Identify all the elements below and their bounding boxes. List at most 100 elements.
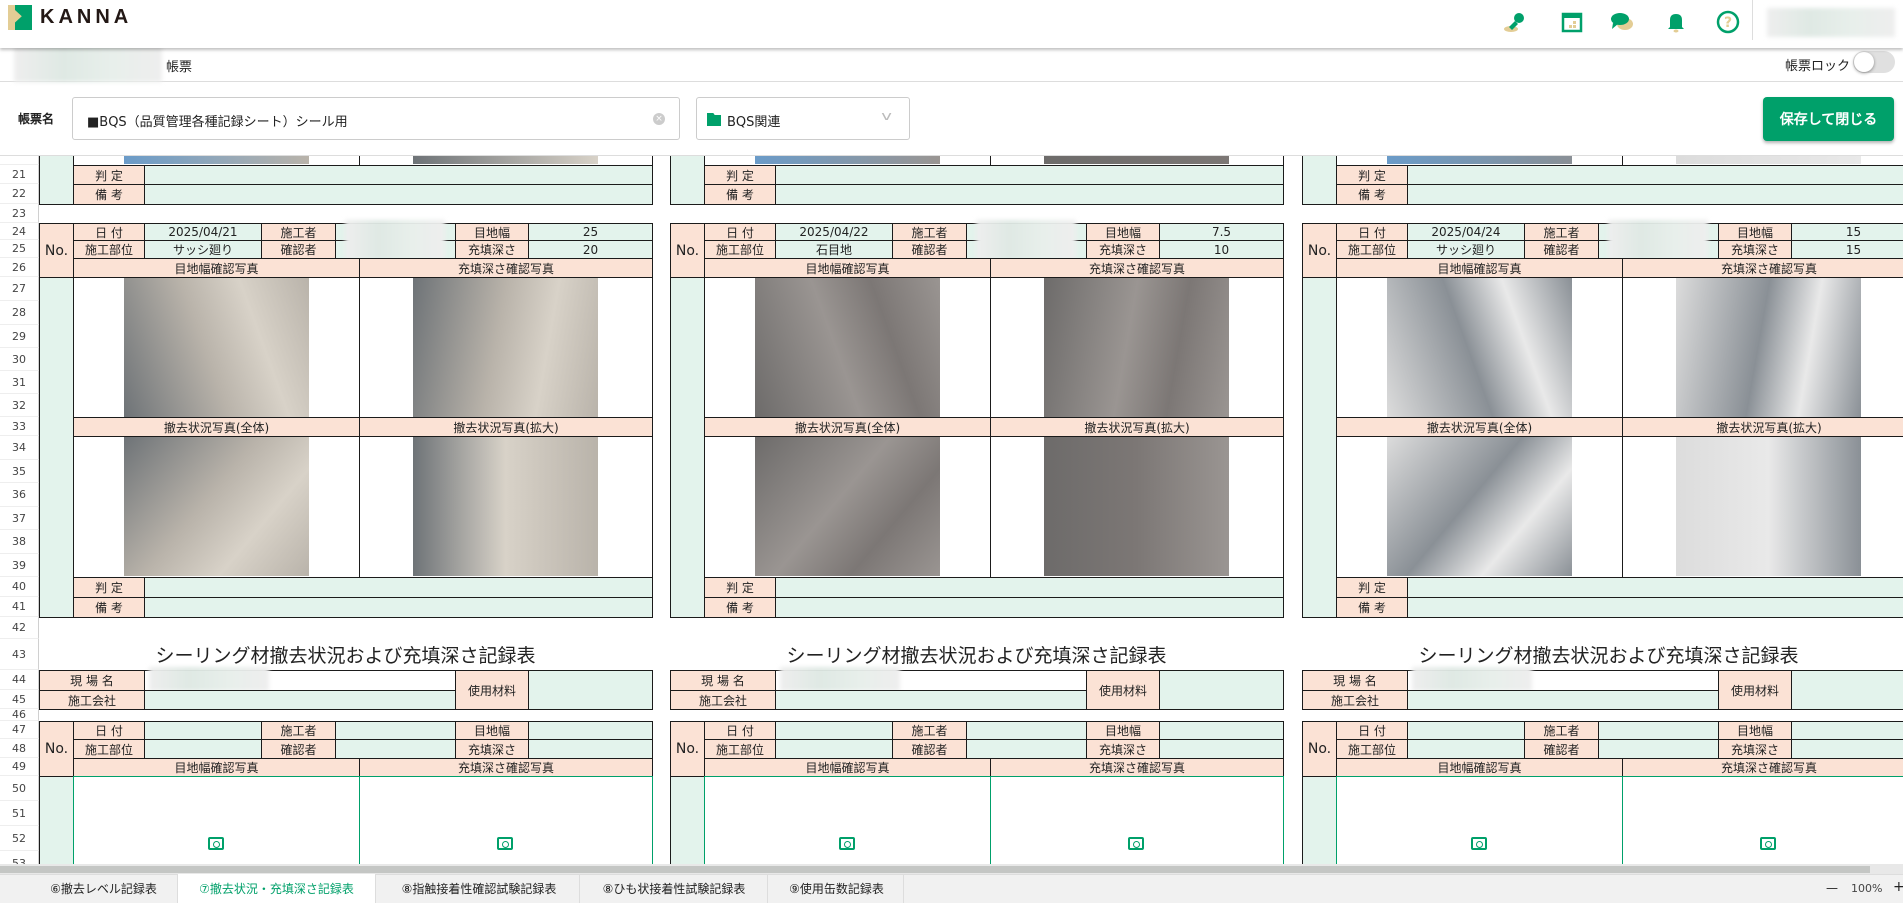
row-header[interactable]: 33	[0, 417, 39, 436]
lock-toggle[interactable]	[1853, 51, 1895, 73]
no-cell[interactable]	[670, 277, 705, 618]
row-header[interactable]: 40	[0, 577, 39, 597]
sheet-tab[interactable]: ⑥撤去レベル記録表	[30, 874, 178, 903]
user-menu[interactable]	[1767, 8, 1895, 37]
note-input[interactable]	[1407, 184, 1903, 205]
no-cell[interactable]	[39, 277, 74, 618]
row-header[interactable]: 48	[0, 739, 39, 758]
row-header[interactable]: 39	[0, 554, 39, 577]
row-header[interactable]	[0, 156, 39, 165]
field-value[interactable]: 15	[1791, 223, 1903, 241]
material-input[interactable]	[1791, 670, 1903, 710]
field-value[interactable]	[1791, 739, 1903, 759]
row-header[interactable]: 26	[0, 258, 39, 277]
field-value[interactable]: 2025/04/22	[775, 223, 893, 241]
field-value[interactable]: サッシ廻り	[144, 240, 262, 259]
field-value[interactable]	[528, 721, 653, 740]
clear-icon[interactable]: ×	[653, 113, 665, 125]
field-value[interactable]	[1598, 739, 1719, 759]
company-input[interactable]	[1407, 690, 1719, 710]
field-value[interactable]: 2025/04/24	[1407, 223, 1525, 241]
field-value[interactable]	[1791, 721, 1903, 740]
field-value[interactable]	[144, 721, 262, 740]
row-header[interactable]: 37	[0, 507, 39, 530]
row-header[interactable]: 28	[0, 301, 39, 325]
help-icon[interactable]: ?	[1714, 8, 1742, 36]
field-value[interactable]	[775, 721, 893, 740]
camera-icon[interactable]	[208, 837, 224, 850]
row-header[interactable]: 25	[0, 240, 39, 258]
row-header[interactable]: 34	[0, 436, 39, 460]
note-input[interactable]	[1407, 597, 1903, 618]
photo-upload-cell[interactable]	[359, 776, 653, 864]
field-value[interactable]	[335, 739, 456, 759]
field-value[interactable]: 10	[1159, 240, 1284, 259]
field-value[interactable]	[775, 739, 893, 759]
field-value[interactable]	[528, 739, 653, 759]
judge-input[interactable]	[775, 577, 1284, 598]
field-value[interactable]	[1159, 721, 1284, 740]
row-header[interactable]: 44	[0, 670, 39, 690]
no-cell[interactable]	[39, 776, 74, 864]
camera-icon[interactable]	[839, 837, 855, 850]
row-header[interactable]: 51	[0, 801, 39, 826]
judge-input[interactable]	[144, 577, 653, 598]
row-header[interactable]: 31	[0, 371, 39, 394]
save-and-close-button[interactable]: 保存して閉じる	[1763, 97, 1894, 141]
field-value[interactable]: 2025/04/21	[144, 223, 262, 241]
spreadsheet[interactable]: 21 22 23 24 25 26 27 28 29 30 31 32 33 34 35 36 37 38 39 40…	[0, 155, 1903, 864]
row-header[interactable]: 53	[0, 851, 39, 864]
row-header[interactable]: 24	[0, 223, 39, 240]
row-header[interactable]: 21	[0, 165, 39, 184]
photo-upload-cell[interactable]	[990, 776, 1284, 864]
row-header[interactable]: 47	[0, 721, 39, 739]
row-header[interactable]: 22	[0, 184, 39, 204]
row-header[interactable]: 32	[0, 394, 39, 417]
field-value[interactable]	[335, 721, 456, 740]
chat-icon[interactable]	[1608, 8, 1636, 36]
row-header[interactable]: 49	[0, 758, 39, 776]
row-header[interactable]: 42	[0, 617, 39, 639]
row-header[interactable]: 41	[0, 597, 39, 617]
field-value[interactable]: 7.5	[1159, 223, 1284, 241]
material-input[interactable]	[528, 670, 653, 710]
field-value[interactable]: サッシ廻り	[1407, 240, 1525, 259]
field-value[interactable]: 25	[528, 223, 653, 241]
row-header[interactable]: 30	[0, 348, 39, 371]
row-header[interactable]: 46	[0, 708, 39, 721]
sheet-tab[interactable]: ⑨使用缶数記録表	[770, 874, 904, 903]
note-input[interactable]	[775, 597, 1284, 618]
field-value[interactable]	[1407, 721, 1525, 740]
field-value[interactable]	[1407, 739, 1525, 759]
field-value[interactable]	[966, 721, 1087, 740]
note-input[interactable]	[775, 184, 1284, 205]
breadcrumb-project[interactable]	[14, 44, 162, 82]
row-header[interactable]: 50	[0, 776, 39, 801]
field-value[interactable]: 15	[1791, 240, 1903, 259]
field-value[interactable]	[966, 739, 1087, 759]
app-logo[interactable]: KANNA	[40, 6, 132, 29]
sheet-tab[interactable]: ⑦撤去状況・充填深さ記録表	[178, 874, 376, 903]
no-cell[interactable]	[1302, 277, 1337, 618]
row-header[interactable]: 23	[0, 204, 39, 223]
judge-input[interactable]	[1407, 165, 1903, 185]
camera-icon[interactable]	[1760, 837, 1776, 850]
folder-select[interactable]: BQS関連 v	[696, 97, 910, 140]
zoom-out-button[interactable]: —	[1826, 881, 1838, 895]
judge-input[interactable]	[1407, 577, 1903, 598]
form-name-input[interactable]: ■BQS（品質管理各種記録シート）シール用 ×	[72, 97, 680, 140]
field-value[interactable]	[1598, 721, 1719, 740]
row-header[interactable]: 43	[0, 639, 39, 670]
bell-icon[interactable]	[1662, 8, 1690, 36]
no-cell[interactable]	[1302, 156, 1337, 205]
row-header[interactable]: 38	[0, 530, 39, 554]
photo-upload-cell[interactable]	[704, 776, 991, 864]
no-cell[interactable]	[39, 156, 74, 205]
no-cell[interactable]	[1302, 776, 1337, 864]
company-input[interactable]	[775, 690, 1087, 710]
photo-upload-cell[interactable]	[1336, 776, 1623, 864]
no-cell[interactable]	[670, 776, 705, 864]
field-value[interactable]: 石目地	[775, 240, 893, 259]
row-header[interactable]: 27	[0, 277, 39, 301]
material-input[interactable]	[1159, 670, 1284, 710]
